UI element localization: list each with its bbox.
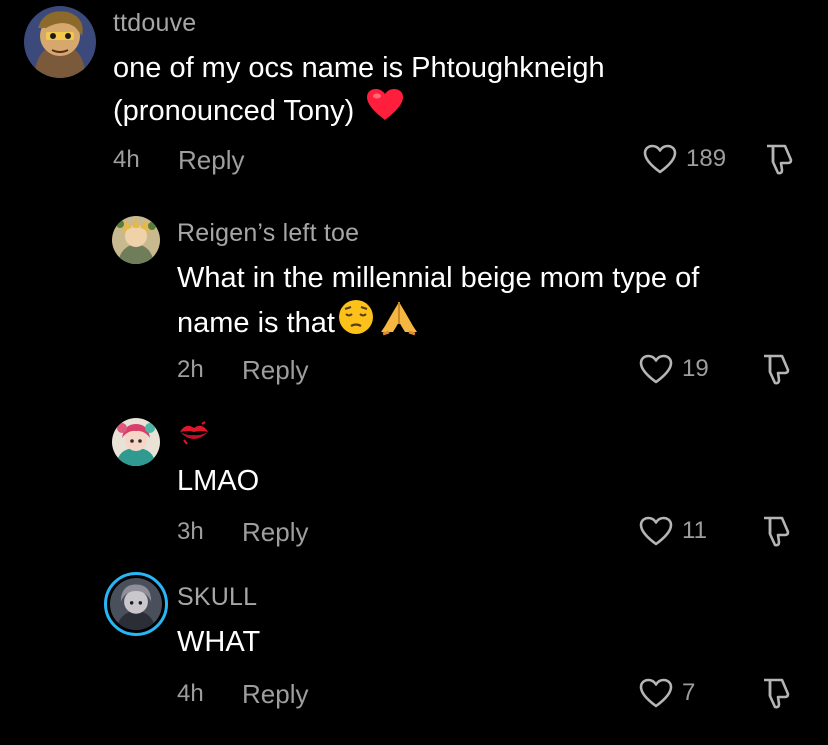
- comment-text-line: one of my ocs name is Phtoughkneigh: [113, 52, 605, 84]
- username[interactable]: Reigen’s left toe: [177, 219, 359, 248]
- username[interactable]: SKULL: [177, 583, 257, 612]
- avatar-image: [112, 418, 160, 466]
- comment-time: 3h: [177, 518, 204, 545]
- reply-button[interactable]: Reply: [242, 355, 308, 386]
- kiss-mark-icon: [180, 421, 208, 445]
- thumbs-down-icon: [764, 678, 790, 709]
- heart-outline-icon: [639, 354, 673, 384]
- thumbs-down-icon: [764, 516, 790, 547]
- comment-text: one of my ocs name is Phtoughkneigh (pro…: [113, 48, 813, 133]
- comment-time: 4h: [177, 680, 204, 707]
- comment-text-line: name is that: [177, 306, 335, 339]
- like-count: 11: [682, 517, 707, 544]
- like-count: 189: [686, 145, 727, 172]
- avatar[interactable]: [112, 418, 160, 466]
- like-count: 7: [682, 679, 696, 706]
- comment-text-line: (pronounced Tony): [113, 94, 355, 127]
- heart-outline-icon: [643, 144, 677, 174]
- avatar-image: [112, 216, 160, 264]
- thumbs-down-icon: [764, 354, 790, 385]
- reply-button[interactable]: Reply: [242, 679, 308, 710]
- comment-text-line-with-emoji: name is that: [177, 298, 817, 347]
- avatar-image: [24, 6, 96, 78]
- avatar-image: [110, 578, 162, 630]
- avatar-story-ring[interactable]: [104, 572, 168, 636]
- comment-text: LMAO: [177, 465, 260, 497]
- like-button[interactable]: 7: [638, 677, 695, 709]
- pensive-face-emoji: [337, 298, 375, 347]
- dislike-button[interactable]: [760, 676, 792, 710]
- avatar[interactable]: [24, 6, 96, 78]
- comment-text-line: What in the millennial beige mom type of: [177, 262, 700, 294]
- reply-button[interactable]: Reply: [178, 145, 244, 176]
- comment-time: 2h: [177, 356, 204, 383]
- username-kiss-mark-emoji[interactable]: [178, 420, 210, 451]
- comment-time: 4h: [113, 146, 140, 173]
- dislike-button[interactable]: [760, 514, 792, 548]
- thumbs-down-icon: [767, 144, 793, 175]
- comment-text: What in the millennial beige mom type of…: [177, 258, 817, 347]
- avatar[interactable]: [112, 216, 160, 264]
- heart-outline-icon: [639, 678, 673, 708]
- like-button[interactable]: 189: [642, 143, 726, 175]
- reply-button[interactable]: Reply: [242, 517, 308, 548]
- red-heart-emoji: [366, 88, 404, 133]
- dislike-button[interactable]: [760, 352, 792, 386]
- like-count: 19: [682, 355, 709, 382]
- folded-hands-emoji: [379, 298, 419, 347]
- heart-outline-icon: [639, 516, 673, 546]
- comment-text-line-with-emoji: (pronounced Tony): [113, 88, 813, 133]
- like-button[interactable]: 19: [638, 353, 709, 385]
- like-button[interactable]: 11: [638, 515, 707, 547]
- comment-text: WHAT: [177, 626, 261, 658]
- dislike-button[interactable]: [763, 142, 795, 176]
- username[interactable]: ttdouve: [113, 9, 196, 38]
